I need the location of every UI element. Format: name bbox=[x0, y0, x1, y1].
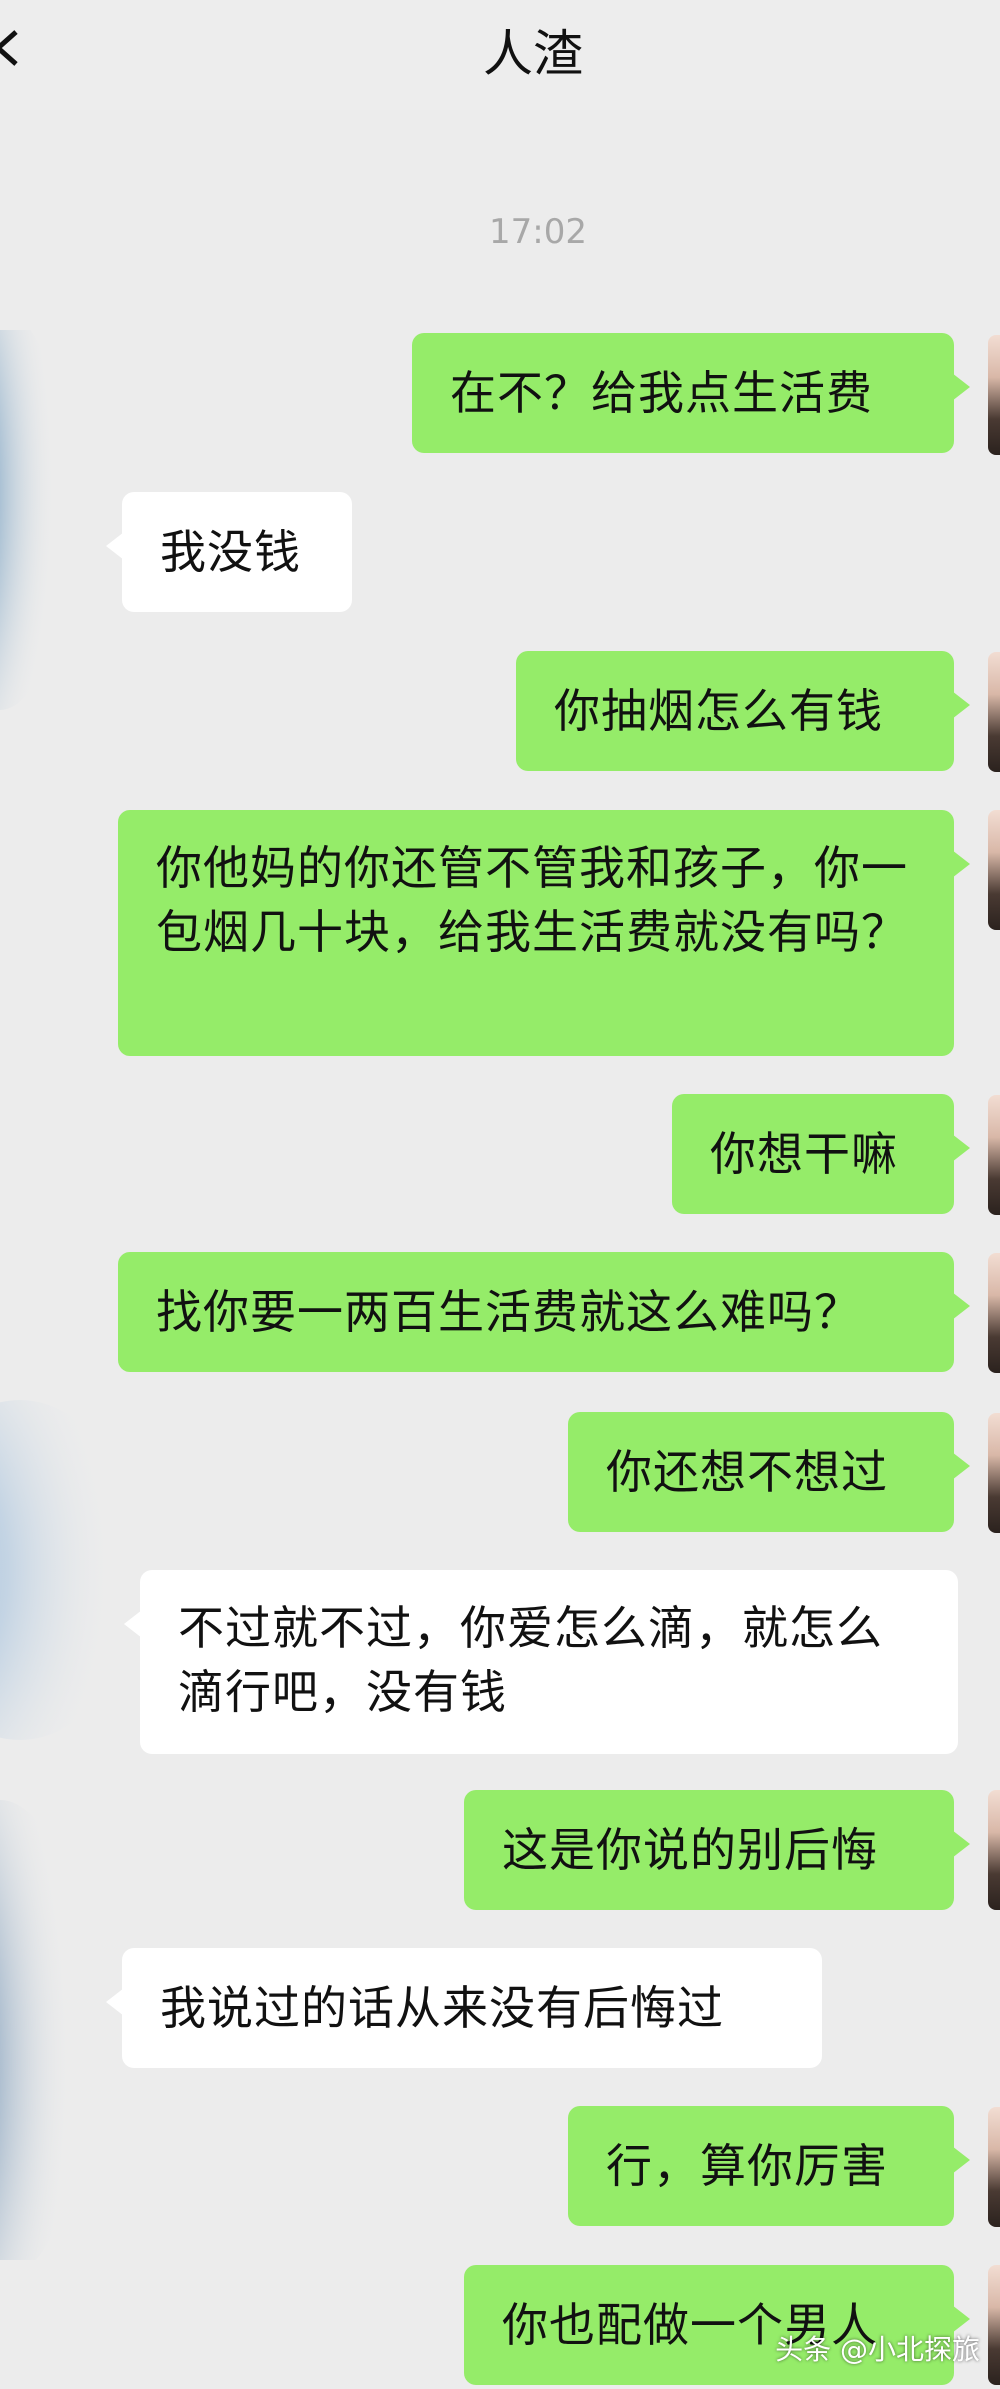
watermark: 头条 @小北探旅 bbox=[775, 2333, 980, 2366]
background-decoration bbox=[0, 1800, 90, 2260]
avatar[interactable] bbox=[988, 335, 1000, 455]
chat-header: 人渣 bbox=[0, 0, 1000, 110]
sent-message-bubble[interactable]: 在不？给我点生活费 bbox=[412, 333, 970, 453]
received-message-bubble[interactable]: 我说过的话从来没有后悔过 bbox=[106, 1948, 822, 2068]
background-decoration bbox=[0, 1400, 140, 1740]
sent-message-bubble[interactable]: 你想干嘛 bbox=[672, 1094, 970, 1214]
sent-message-bubble[interactable]: 找你要一两百生活费就这么难吗？ bbox=[118, 1252, 970, 1372]
sent-message-bubble[interactable]: 你他妈的你还管不管我和孩子，你一包烟几十块，给我生活费就没有吗？ bbox=[118, 810, 970, 1056]
sent-message-bubble[interactable]: 你还想不想过 bbox=[568, 1412, 970, 1532]
message-timestamp: 17:02 bbox=[489, 212, 587, 252]
avatar[interactable] bbox=[988, 2265, 1000, 2385]
sent-message-bubble[interactable]: 这是你说的别后悔 bbox=[464, 1790, 970, 1910]
avatar[interactable] bbox=[988, 1253, 1000, 1373]
avatar[interactable] bbox=[988, 2107, 1000, 2227]
background-decoration bbox=[0, 330, 70, 710]
avatar[interactable] bbox=[988, 1790, 1000, 1910]
sent-message-bubble[interactable]: 行，算你厉害 bbox=[568, 2106, 970, 2226]
received-message-bubble[interactable]: 不过就不过，你爱怎么滴，就怎么滴行吧，没有钱 bbox=[124, 1570, 958, 1754]
avatar[interactable] bbox=[988, 1095, 1000, 1215]
received-message-bubble[interactable]: 我没钱 bbox=[106, 492, 352, 612]
sent-message-bubble[interactable]: 你抽烟怎么有钱 bbox=[516, 651, 970, 771]
avatar[interactable] bbox=[988, 1413, 1000, 1533]
chat-title: 人渣 bbox=[483, 25, 583, 83]
avatar[interactable] bbox=[988, 810, 1000, 930]
avatar[interactable] bbox=[988, 652, 1000, 772]
